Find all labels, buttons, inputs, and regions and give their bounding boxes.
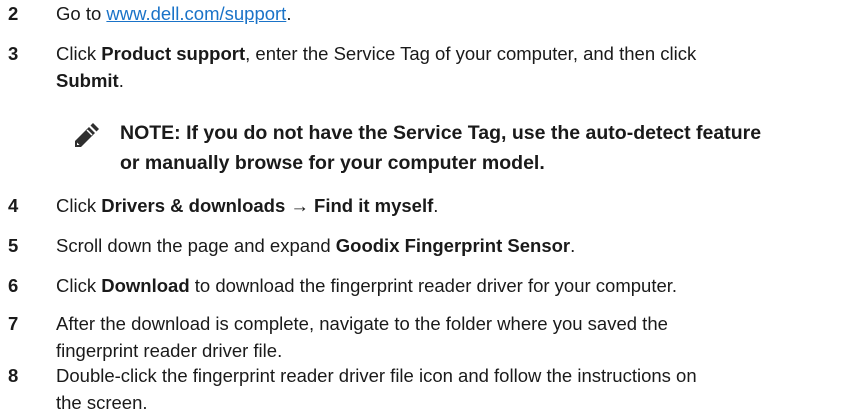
step-text-segment: .	[570, 235, 576, 256]
step-number: 7	[8, 313, 19, 334]
product-support-term: Product support	[101, 43, 246, 64]
arrow-separator: →	[285, 195, 315, 216]
step-line: the screen.	[56, 392, 148, 413]
step-text-segment: .	[433, 195, 439, 216]
step-text: Click Drivers & downloads → Find it myse…	[56, 192, 846, 219]
step-text-segment: , enter the Service Tag of your computer…	[245, 43, 697, 64]
step-text-segment: Click	[56, 275, 102, 296]
step-text: Go to www.dell.com/support.	[56, 0, 846, 27]
step-text-segment: to download the fingerprint reader drive…	[189, 275, 678, 296]
step-text-segment: Click	[56, 43, 102, 64]
step-text-segment: Scroll down the page and expand	[56, 235, 336, 256]
step-text-segment: .	[286, 3, 292, 24]
step-line: fingerprint reader driver file.	[56, 340, 283, 361]
dell-support-link[interactable]: www.dell.com/support	[106, 3, 286, 24]
note-line: or manually browse for your computer mod…	[120, 152, 545, 174]
step-text: After the download is complete, navigate…	[56, 310, 846, 364]
download-term: Download	[101, 275, 190, 296]
drivers-downloads-term: Drivers & downloads	[101, 195, 286, 216]
step-number: 5	[8, 235, 19, 256]
document-page: 2 Go to www.dell.com/support. 3 Click Pr…	[0, 0, 850, 416]
step-number: 8	[8, 365, 19, 386]
step-number: 6	[8, 275, 19, 296]
step-text: Click Product support, enter the Service…	[56, 40, 846, 94]
goodix-sensor-term: Goodix Fingerprint Sensor	[335, 235, 571, 256]
step-text-segment: Go to	[56, 3, 107, 24]
step-line: Double-click the fingerprint reader driv…	[56, 365, 697, 386]
note-line: NOTE: If you do not have the Service Tag…	[120, 122, 762, 144]
step-text-segment: .	[118, 70, 124, 91]
step-text-segment: Click	[56, 195, 102, 216]
step-text: Scroll down the page and expand Goodix F…	[56, 232, 846, 259]
step-line: After the download is complete, navigate…	[56, 313, 668, 334]
note-text: NOTE: If you do not have the Service Tag…	[120, 118, 850, 178]
step-number: 3	[8, 43, 19, 64]
submit-term: Submit	[56, 70, 119, 91]
find-it-myself-term: Find it myself	[314, 195, 434, 216]
step-text: Click Download to download the fingerpri…	[56, 272, 846, 299]
pencil-note-icon	[75, 123, 99, 147]
step-text: Double-click the fingerprint reader driv…	[56, 362, 846, 416]
step-number: 2	[8, 3, 19, 24]
step-number: 4	[8, 195, 19, 216]
